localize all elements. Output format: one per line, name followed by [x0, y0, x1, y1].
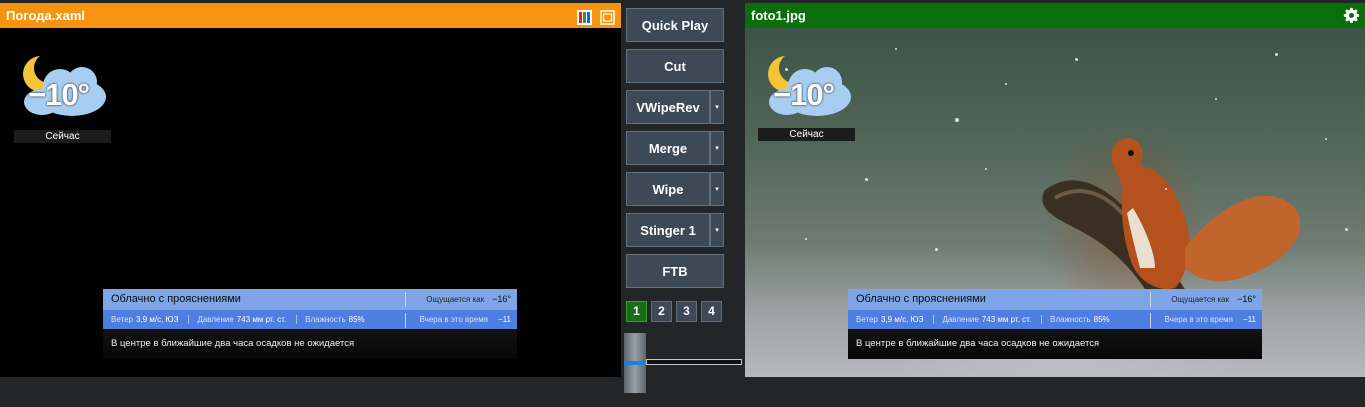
vwiperev-button[interactable]: VWipeRev — [626, 90, 710, 124]
quick-play-button[interactable]: Quick Play — [626, 8, 724, 42]
temperature: −10° — [773, 77, 835, 112]
page-button-2[interactable]: 2 — [651, 301, 672, 322]
program-titlebar: foto1.jpg — [745, 3, 1365, 28]
transition-progress-track — [646, 359, 742, 365]
program-canvas: −10° Сейчас Облачно с прояснениями Ощуща… — [745, 28, 1365, 377]
program-title: foto1.jpg — [751, 8, 806, 23]
condition-text: Облачно с прояснениями — [111, 293, 241, 305]
yesterday: Вчера в это время −11 — [1164, 315, 1256, 324]
preview-panel: Погода.xaml −10° Сейчас Облачно с проясн… — [0, 3, 621, 377]
preview-titlebar: Погода.xaml — [0, 3, 621, 28]
forecast-note: В центре в ближайшие два часа осадков не… — [848, 329, 1262, 359]
details-row: Ветер 3,9 м/с, ЮЗ Давление 743 мм рт. ст. Вл… — [848, 310, 1262, 329]
t-bar-handle[interactable] — [624, 333, 646, 393]
feels-like: Ощущается как −16° — [1171, 294, 1256, 304]
merge-dropdown[interactable]: ▾ — [710, 131, 724, 165]
wipe-dropdown[interactable]: ▾ — [710, 172, 724, 206]
gear-icon[interactable] — [1343, 7, 1360, 24]
now-label: Сейчас — [14, 130, 111, 143]
preview-canvas: −10° Сейчас Облачно с прояснениями Ощуща… — [0, 28, 621, 377]
forecast-note: В центре в ближайшие два часа осадков не… — [103, 329, 517, 359]
vwiperev-dropdown[interactable]: ▾ — [710, 90, 724, 124]
merge-button[interactable]: Merge — [626, 131, 710, 165]
page-button-4[interactable]: 4 — [701, 301, 722, 322]
preview-title: Погода.xaml — [6, 8, 86, 23]
now-label: Сейчас — [758, 128, 855, 141]
condition-row: Облачно с прояснениями Ощущается как −16° — [848, 289, 1262, 310]
stinger-button[interactable]: Stinger 1 — [626, 213, 710, 247]
ftb-button[interactable]: FTB — [626, 254, 724, 288]
cut-button[interactable]: Cut — [626, 49, 724, 83]
window-icon[interactable] — [600, 8, 615, 25]
wipe-button[interactable]: Wipe — [626, 172, 710, 206]
feels-like: Ощущается как −16° — [426, 294, 511, 304]
page-button-1[interactable]: 1 — [626, 301, 647, 322]
program-panel: foto1.jpg −10° Сейчас Облачно с прояснен… — [745, 3, 1365, 377]
multiview-icon[interactable] — [577, 8, 592, 25]
yesterday: Вчера в это время −11 — [419, 315, 511, 324]
weather-info-box: Облачно с прояснениями Ощущается как −16°… — [103, 289, 517, 359]
details-row: Ветер 3,9 м/с, ЮЗ Давление 743 мм рт. ст. Вл… — [103, 310, 517, 329]
condition-text: Облачно с прояснениями — [856, 293, 986, 305]
stinger-dropdown[interactable]: ▾ — [710, 213, 724, 247]
temperature: −10° — [28, 77, 90, 112]
weather-info-box: Облачно с прояснениями Ощущается как −16°… — [848, 289, 1262, 359]
t-bar-position — [624, 361, 646, 365]
page-button-3[interactable]: 3 — [676, 301, 697, 322]
condition-row: Облачно с прояснениями Ощущается как −16° — [103, 289, 517, 310]
